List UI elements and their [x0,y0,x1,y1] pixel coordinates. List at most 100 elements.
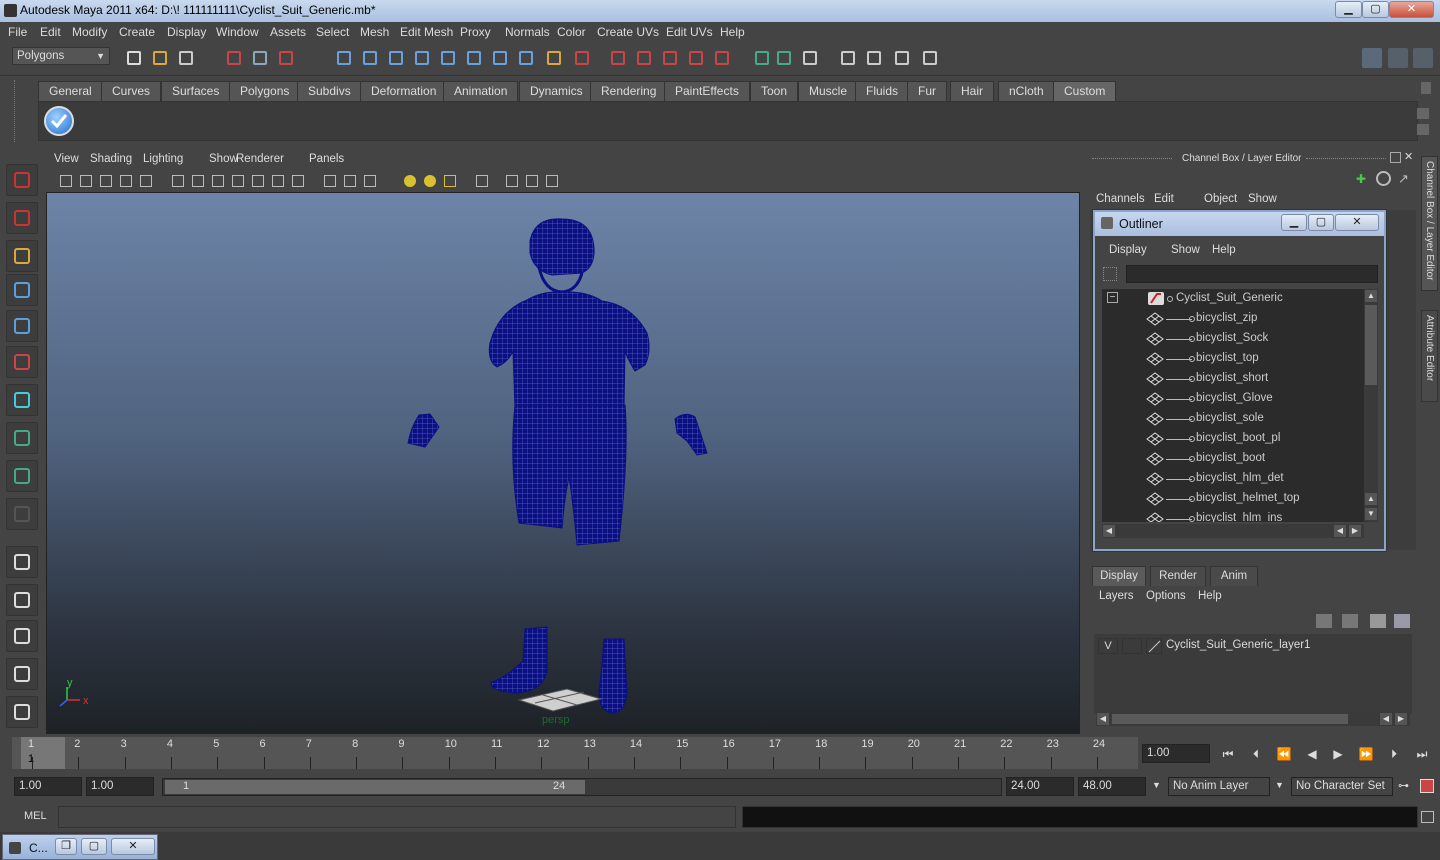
viewport-menu-renderer[interactable]: Renderer [236,153,284,165]
menu-select[interactable]: Select [316,25,349,39]
cmd-language-label[interactable]: MEL [24,810,47,822]
outliner-menu-show[interactable]: Show [1171,244,1200,256]
outliner-search-input[interactable] [1126,265,1378,283]
ipr-render-icon[interactable] [774,48,794,68]
resolution-gate-icon[interactable] [210,173,226,189]
layer-scroll-left-icon[interactable]: ◀ [1097,713,1109,725]
default-light-icon[interactable] [402,173,418,189]
xray-icon[interactable] [504,173,520,189]
film-gate-icon[interactable] [190,173,206,189]
go-to-end-icon[interactable]: ⏭ [1414,746,1430,762]
outliner-item[interactable]: bicyclist_top [1102,349,1364,369]
tab-general[interactable]: General [38,81,103,101]
layer-scroll-left-icon-2[interactable]: ◀ [1380,713,1392,725]
play-forward-icon[interactable]: ▶ [1330,746,1346,762]
window-minimize-button[interactable]: ▁ [1335,1,1362,18]
magnet-2-icon[interactable] [686,48,706,68]
tab-subdivs[interactable]: Subdivs [297,81,362,101]
snap-point-icon[interactable] [386,48,406,68]
menu-proxy[interactable]: Proxy [460,25,491,39]
layer-tab-display[interactable]: Display [1092,566,1146,586]
2d-pan-icon[interactable] [138,173,154,189]
shelf-grip[interactable] [14,80,34,142]
tab-animation[interactable]: Animation [443,81,519,101]
lock-icon[interactable] [544,48,564,68]
lasso-tool-icon[interactable] [6,202,38,234]
pin-icon[interactable]: ↗ [1398,171,1413,186]
range-start-field[interactable]: 1.00 [14,777,82,796]
tab-dynamics[interactable]: Dynamics [519,81,594,101]
range-end-field[interactable]: 48.00 [1078,777,1146,796]
outliner-item[interactable]: bicyclist_Sock [1102,329,1364,349]
render-view-icon[interactable] [864,48,884,68]
tab-attribute-editor-vertical[interactable]: Attribute Editor [1421,310,1438,402]
channelbox-toggle-icon[interactable] [1362,48,1382,68]
trash-icon[interactable] [1421,82,1431,94]
render-settings-icon[interactable] [800,48,820,68]
shelf-scroll-up-icon[interactable] [1417,108,1429,119]
help-icon[interactable] [516,48,536,68]
outliner-menu-display[interactable]: Display [1109,244,1147,256]
playback-end-field[interactable]: 24.00 [1006,777,1074,796]
tab-polygons[interactable]: Polygons [229,81,301,101]
open-scene-icon[interactable] [150,48,170,68]
rotate-tool-icon[interactable] [6,310,38,342]
new-layer-icon[interactable] [1370,614,1386,628]
range-slider-handle[interactable]: 1 24 [165,780,585,794]
outliner-item[interactable]: bicyclist_short [1102,369,1364,389]
globe-icon[interactable] [1376,171,1391,186]
backface-icon[interactable] [544,173,560,189]
script-editor-icon[interactable] [1421,811,1434,823]
menu-modify[interactable]: Modify [72,25,107,39]
paint-select-icon[interactable] [6,240,38,272]
menu-create[interactable]: Create [119,25,155,39]
time-slider[interactable]: 1 12345678910111213141516171819202122232… [0,735,1440,775]
save-scene-icon[interactable] [176,48,196,68]
window-close-button[interactable]: ✕ [1389,1,1434,18]
cmd-input[interactable] [58,806,736,828]
tab-surfaces[interactable]: Surfaces [161,81,231,101]
menu-help[interactable]: Help [720,25,745,39]
outliner-maximize-button[interactable]: ▢ [1308,214,1334,231]
menu-normals[interactable]: Normals [505,25,550,39]
magnet-3-icon[interactable] [712,48,732,68]
tab-rendering[interactable]: Rendering [590,81,668,101]
layer-color-icon[interactable] [1146,638,1162,654]
image-plane-icon[interactable] [118,173,134,189]
layer-tab-anim[interactable]: Anim [1210,566,1258,586]
last-tool-icon[interactable] [6,498,38,530]
menu-file[interactable]: File [8,25,27,39]
magnet-icon[interactable] [660,48,680,68]
safe-action-icon[interactable] [270,173,286,189]
universal-manipulator-icon[interactable] [6,384,38,416]
history-icon[interactable] [608,48,628,68]
gate-mask-icon[interactable] [230,173,246,189]
menu-edit[interactable]: Edit [40,25,61,39]
scale-tool-icon[interactable] [6,346,38,378]
anim-layer-select[interactable]: No Anim Layer [1168,777,1270,796]
outliner-item[interactable]: bicyclist_boot [1102,449,1364,469]
outliner-item[interactable]: bicyclist_hlm_det [1102,469,1364,489]
layer-tab-render[interactable]: Render [1150,566,1206,586]
scroll-thumb[interactable] [1365,305,1377,385]
render-frame-icon[interactable] [752,48,772,68]
layer-hscroll[interactable]: ◀ ◀ ▶ [1096,712,1410,726]
layer-scroll-right-icon[interactable]: ▶ [1395,713,1407,725]
menu-set-select[interactable]: Polygons ▼ [12,47,110,65]
scroll-right-arrow-icon[interactable]: ▶ [1349,525,1361,537]
channelbox-float-button[interactable] [1390,152,1401,163]
menu-display[interactable]: Display [167,25,206,39]
outliner-item[interactable]: bicyclist_helmet_top [1102,489,1364,509]
new-scene-icon[interactable] [124,48,144,68]
range-slider[interactable]: 1 24 [162,778,1002,796]
layer-scroll-thumb[interactable] [1112,714,1348,724]
menu-window[interactable]: Window [216,25,259,39]
isolate-select-icon[interactable] [474,173,490,189]
channelbox-menu-edit[interactable]: Edit [1154,193,1174,205]
scroll-down-arrow-icon[interactable]: ▼ [1365,508,1377,520]
menu-color[interactable]: Color [557,25,586,39]
playback-start-field[interactable]: 1.00 [86,777,154,796]
new-layer-selected-icon[interactable] [1394,614,1410,628]
grid-icon[interactable] [170,173,186,189]
go-to-start-icon[interactable]: ⏮ [1220,746,1236,762]
